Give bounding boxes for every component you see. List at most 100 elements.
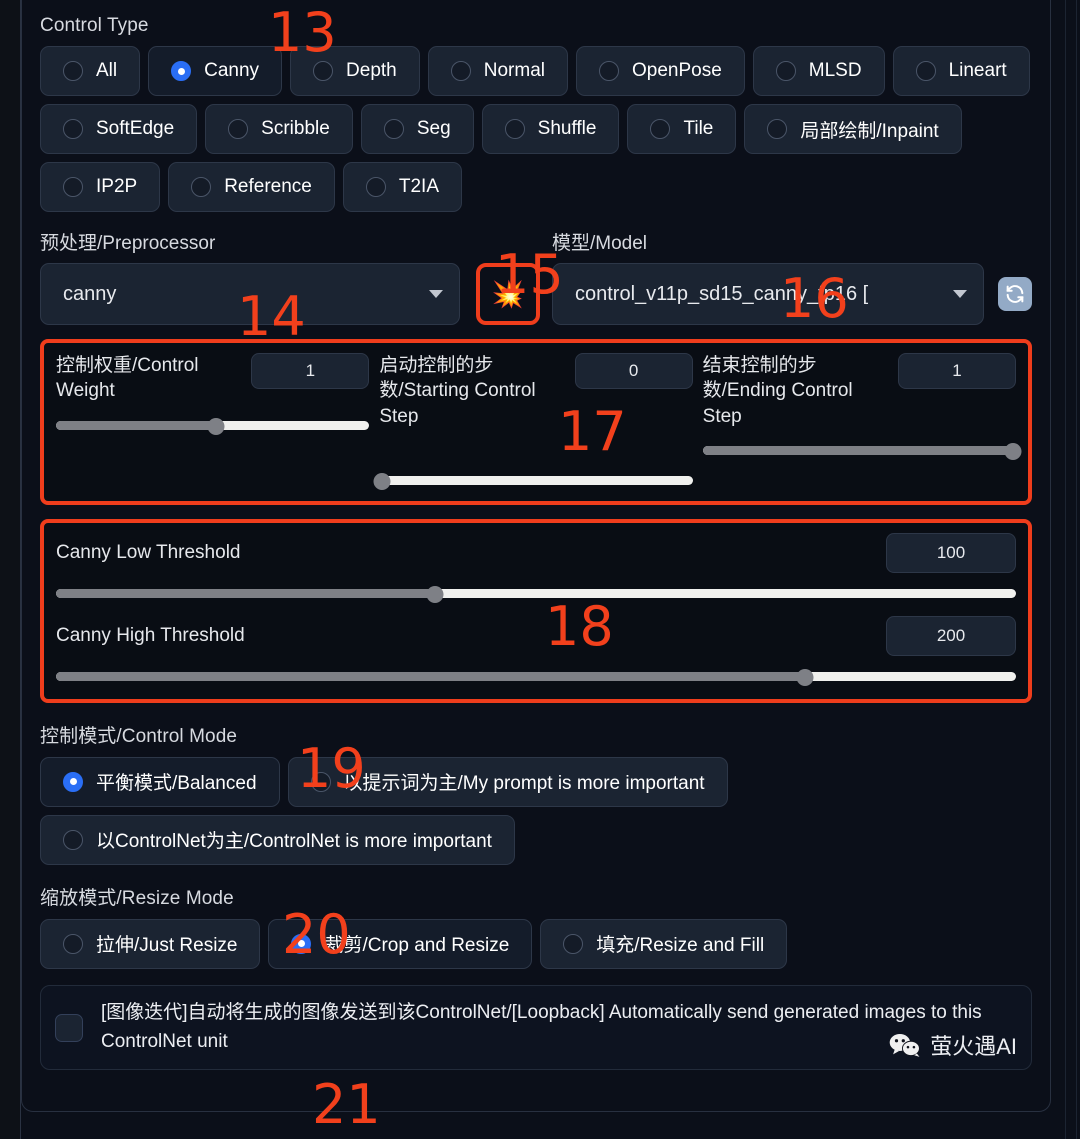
- control-weight-input[interactable]: 1: [251, 353, 370, 389]
- control-type-label: Control Type: [40, 15, 149, 36]
- control-weight-column: 控制权重/Control Weight 1: [56, 353, 379, 487]
- option-label: OpenPose: [631, 60, 722, 81]
- preprocessor-group: 预处理/Preprocessor canny: [40, 228, 460, 325]
- radio-icon: [63, 119, 83, 139]
- radio-icon: [63, 61, 83, 81]
- watermark: 萤火遇AI: [888, 1029, 1017, 1061]
- control-type-option-mlsd[interactable]: MLSD: [752, 46, 885, 96]
- slider-thumb[interactable]: [1004, 442, 1022, 460]
- radio-icon: [915, 61, 936, 81]
- control-type-option-canny[interactable]: Canny: [148, 46, 283, 96]
- slider-fill: [56, 671, 805, 681]
- starting-step-slider[interactable]: [373, 472, 693, 490]
- option-label: 平衡模式/Balanced: [96, 773, 257, 795]
- loopback-checkbox[interactable]: [55, 1013, 83, 1042]
- right-divider-outer: [1076, 0, 1077, 1139]
- canny-high-input[interactable]: 200: [886, 615, 1016, 656]
- control-mode-option-prompt[interactable]: 以提示词为主/My prompt is more important: [287, 756, 728, 807]
- ending-step-input[interactable]: 1: [897, 353, 1016, 389]
- control-type-option-softedge[interactable]: SoftEdge: [40, 104, 198, 154]
- control-type-option-ip2p[interactable]: IP2P: [40, 162, 161, 212]
- radio-icon: [365, 177, 386, 197]
- control-weight-label: 控制权重/Control Weight: [56, 355, 199, 402]
- chevron-down-icon: [429, 290, 443, 298]
- option-label: 以提示词为主/My prompt is more important: [343, 773, 705, 795]
- control-type-option-normal[interactable]: Normal: [427, 46, 568, 96]
- control-type-option-t2ia[interactable]: T2IA: [342, 162, 462, 212]
- control-type-option-scribble[interactable]: Scribble: [205, 104, 353, 154]
- control-type-option-all[interactable]: All: [40, 46, 141, 96]
- option-label: 裁剪/Crop and Resize: [324, 935, 510, 957]
- radio-icon: [191, 177, 212, 197]
- ending-step-head: 结束控制的步数/Ending Control Step 1: [703, 353, 1016, 429]
- slider-thumb[interactable]: [207, 417, 225, 435]
- slider-thumb[interactable]: [796, 668, 814, 686]
- resize-mode-label: 缩放模式/Resize Mode: [40, 887, 234, 909]
- control-mode-option-balanced[interactable]: 平衡模式/Balanced: [40, 756, 280, 807]
- canny-low-label: Canny Low Threshold: [56, 541, 241, 563]
- slider-thumb[interactable]: [373, 472, 391, 490]
- control-type-option-openpose[interactable]: OpenPose: [575, 46, 745, 96]
- option-label: MLSD: [808, 60, 862, 81]
- refresh-models-button[interactable]: [998, 277, 1032, 311]
- run-preprocessor-button[interactable]: 💥: [476, 263, 540, 325]
- radio-icon: [63, 933, 83, 954]
- control-type-option-inpaint[interactable]: 局部绘制/Inpaint: [744, 104, 962, 154]
- model-group: 模型/Model control_v11p_sd15_canny_fp16 [: [552, 228, 1032, 325]
- starting-step-input[interactable]: 0: [574, 353, 693, 389]
- resize-mode-option-resize-and-fill[interactable]: 填充/Resize and Fill: [540, 918, 788, 969]
- canny-high-row: Canny High Threshold 200: [56, 615, 1016, 656]
- resize-mode-block: 缩放模式/Resize Mode 拉伸/Just Resize 裁剪/Crop …: [40, 883, 1032, 969]
- preprocessor-select[interactable]: canny: [40, 263, 460, 325]
- resize-mode-option-crop-and-resize[interactable]: 裁剪/Crop and Resize: [268, 918, 533, 969]
- control-type-option-lineart[interactable]: Lineart: [892, 46, 1030, 96]
- preprocessor-label: 预处理/Preprocessor: [40, 233, 216, 254]
- radio-icon-selected: [63, 771, 83, 792]
- canny-low-input[interactable]: 100: [886, 532, 1016, 573]
- radio-icon: [767, 119, 788, 139]
- loopback-row: [图像迭代]自动将生成的图像发送到该ControlNet/[Loopback] …: [40, 984, 1032, 1070]
- slider-track: [379, 475, 693, 485]
- control-type-option-depth[interactable]: Depth: [290, 46, 420, 96]
- canny-low-slider[interactable]: [56, 585, 1016, 603]
- slider-fill: [56, 420, 216, 430]
- radio-icon: [650, 119, 671, 139]
- control-type-option-shuffle[interactable]: Shuffle: [481, 104, 620, 154]
- model-select[interactable]: control_v11p_sd15_canny_fp16 [: [552, 263, 984, 325]
- option-label: Reference: [224, 176, 312, 197]
- ending-step-slider[interactable]: [702, 442, 1022, 460]
- control-mode-option-controlnet[interactable]: 以ControlNet为主/ControlNet is more importa…: [40, 814, 515, 865]
- radio-icon: [504, 119, 525, 139]
- option-label: 局部绘制/Inpaint: [800, 120, 939, 142]
- canny-high-label: Canny High Threshold: [56, 624, 245, 646]
- slider-fill: [702, 445, 1013, 455]
- model-line: control_v11p_sd15_canny_fp16 [: [552, 263, 1032, 325]
- control-type-option-reference[interactable]: Reference: [168, 162, 335, 212]
- option-label: Depth: [346, 60, 397, 81]
- control-type-option-tile[interactable]: Tile: [627, 104, 737, 154]
- radio-icon: [63, 177, 83, 197]
- option-label: Scribble: [261, 118, 330, 139]
- right-divider: [1065, 0, 1066, 1139]
- option-label: Lineart: [948, 60, 1007, 81]
- control-weight-slider[interactable]: [56, 417, 370, 435]
- option-label: IP2P: [96, 176, 138, 197]
- preprocessor-model-row: 预处理/Preprocessor canny 💥 模型/Model contro…: [40, 228, 1032, 325]
- control-mode-row-1: 平衡模式/Balanced 以提示词为主/My prompt is more i…: [40, 756, 1032, 807]
- canny-high-slider[interactable]: [56, 668, 1016, 686]
- control-type-option-seg[interactable]: Seg: [360, 104, 474, 154]
- canny-threshold-group: Canny Low Threshold 100 Canny High Thres…: [40, 518, 1032, 703]
- controlnet-panel: Control Type All Canny Depth Normal Open…: [0, 0, 1080, 1139]
- radio-icon: [598, 61, 619, 81]
- weights-row: 控制权重/Control Weight 1 启动控制的步数/Starting C…: [56, 353, 1022, 490]
- radio-icon: [563, 933, 584, 954]
- chevron-down-icon: [953, 290, 967, 298]
- control-weight-group: 控制权重/Control Weight 1 启动控制的步数/Starting C…: [40, 339, 1032, 505]
- resize-mode-option-just-resize[interactable]: 拉伸/Just Resize: [40, 918, 261, 969]
- radio-icon: [310, 771, 331, 792]
- slider-thumb[interactable]: [426, 585, 444, 603]
- starting-control-step-column: 启动控制的步数/Starting Control Step 0: [373, 353, 702, 490]
- canny-low-row: Canny Low Threshold 100: [56, 532, 1016, 573]
- preprocessor-value: canny: [63, 282, 117, 305]
- starting-step-label: 启动控制的步数/Starting Control Step: [379, 355, 536, 427]
